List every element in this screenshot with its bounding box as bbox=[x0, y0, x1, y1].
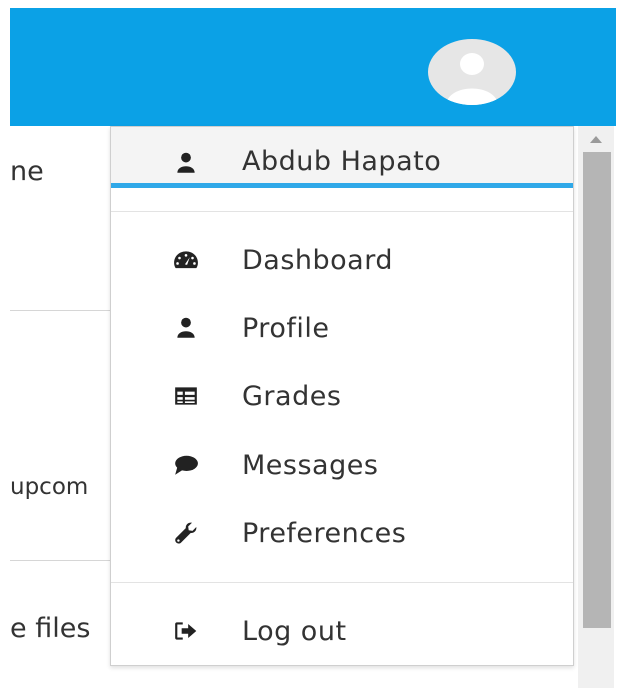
background-divider bbox=[10, 560, 110, 561]
menu-item-grades[interactable]: Grades bbox=[111, 368, 573, 424]
menu-divider bbox=[111, 211, 573, 212]
scrollbar-thumb[interactable] bbox=[583, 152, 611, 628]
user-name-label: Abdub Hapato bbox=[242, 146, 442, 177]
user-icon bbox=[169, 311, 203, 345]
table-icon bbox=[169, 379, 203, 413]
top-navbar bbox=[10, 8, 616, 126]
user-avatar-button[interactable] bbox=[428, 39, 516, 105]
menu-item-label: Messages bbox=[242, 449, 379, 481]
wrench-icon bbox=[169, 516, 203, 550]
menu-item-messages[interactable]: Messages bbox=[111, 437, 573, 493]
dashboard-gauge-icon bbox=[169, 243, 203, 277]
speech-bubble-icon bbox=[169, 448, 203, 482]
user-icon bbox=[169, 146, 203, 180]
user-dropdown-menu: Abdub Hapato Dashboard Profile Grades Me… bbox=[110, 126, 574, 666]
menu-item-label: Dashboard bbox=[242, 244, 393, 276]
background-text-fragment[interactable]: e files bbox=[10, 613, 110, 644]
menu-item-label: Profile bbox=[242, 312, 330, 344]
sign-out-icon bbox=[169, 614, 203, 648]
menu-item-profile[interactable]: Profile bbox=[111, 300, 573, 356]
menu-item-label: Grades bbox=[242, 380, 342, 412]
menu-item-label: Log out bbox=[242, 615, 347, 647]
background-divider bbox=[10, 310, 110, 311]
menu-divider bbox=[111, 582, 573, 583]
menu-item-label: Preferences bbox=[242, 517, 407, 549]
page-edge bbox=[0, 8, 10, 688]
menu-item-preferences[interactable]: Preferences bbox=[111, 505, 573, 561]
scrollbar-up-arrow[interactable] bbox=[590, 136, 602, 143]
menu-item-dashboard[interactable]: Dashboard bbox=[111, 232, 573, 288]
background-text-fragment: ne bbox=[10, 156, 44, 187]
menu-user-name[interactable]: Abdub Hapato bbox=[111, 127, 573, 188]
background-text-fragment: upcom bbox=[10, 474, 89, 500]
user-avatar-icon bbox=[446, 53, 498, 105]
menu-item-logout[interactable]: Log out bbox=[111, 603, 573, 659]
